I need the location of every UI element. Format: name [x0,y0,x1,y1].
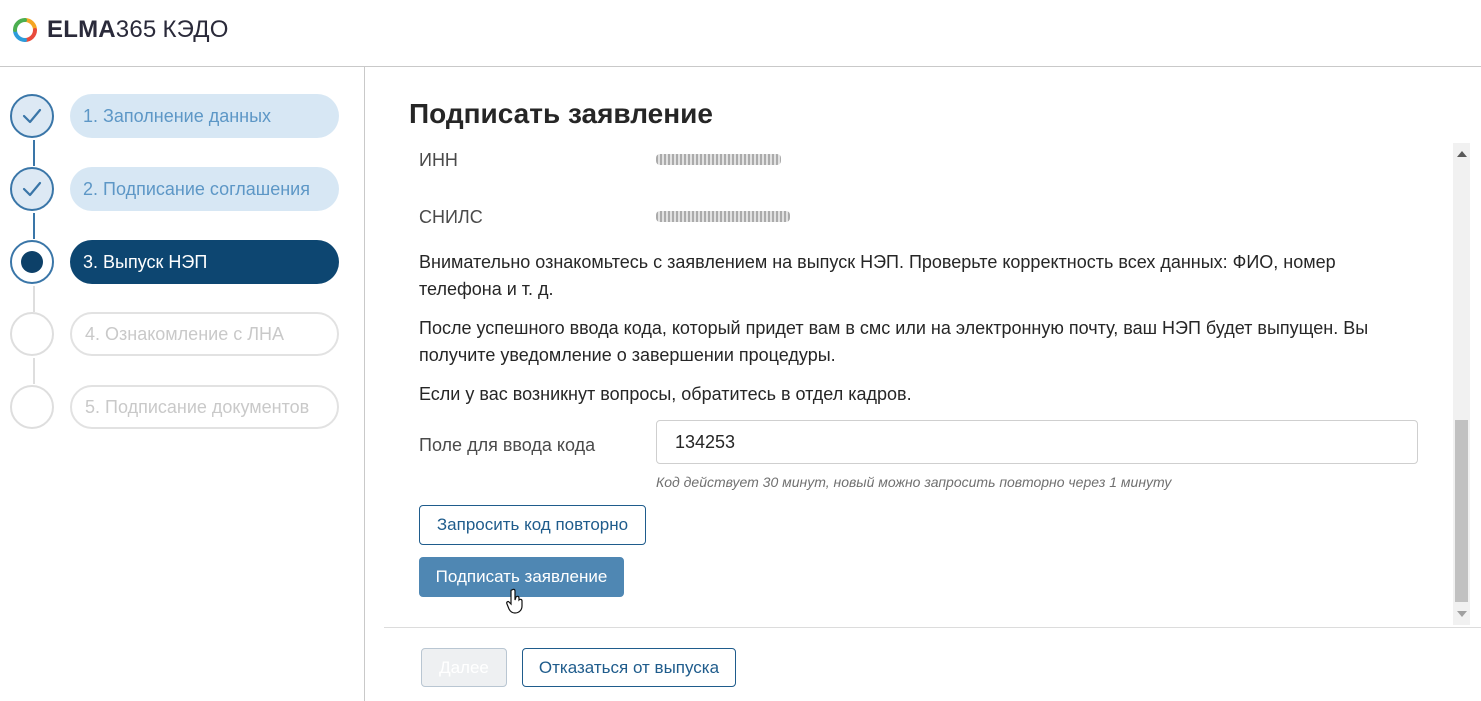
brand-number: 365 [115,16,157,43]
logo-text: ELMA365 КЭДО [47,16,229,44]
main-panel: Подписать заявление ИНН СНИЛС Внимательн… [365,68,1481,701]
inn-label: ИНН [419,150,458,170]
step-label: 1. Заполнение данных [70,94,339,138]
step-filling-data[interactable]: 1. Заполнение данных [10,94,340,142]
instruction-text: Внимательно ознакомьтесь с заявлением на… [419,252,1336,299]
step-lna-review[interactable]: 4. Ознакомление с ЛНА [10,312,340,360]
footer-divider [384,627,1481,628]
step-status-circle [10,385,54,429]
resend-code-button[interactable]: Запросить код повторно [419,505,646,545]
step-connector [33,286,35,312]
snils-masked-value [656,211,790,222]
check-icon [22,181,42,197]
decline-issue-button[interactable]: Отказаться от выпуска [522,648,736,687]
instruction-text: Если у вас возникнут вопросы, обратитесь… [419,384,912,404]
code-field-label: Поле для ввода кода [419,435,596,455]
active-dot-icon [21,251,43,273]
instruction-text: После успешного ввода кода, который прид… [419,318,1369,365]
scroll-down-icon[interactable] [1457,611,1467,617]
step-label: 3. Выпуск НЭП [70,240,339,284]
step-connector [33,140,35,166]
step-status-circle [10,312,54,356]
step-status-circle [10,167,54,211]
code-input[interactable] [656,420,1418,464]
step-status-circle [10,240,54,284]
inn-masked-value [656,154,781,165]
scrollbar[interactable] [1453,143,1470,625]
logo[interactable]: ELMA365 КЭДО [12,16,229,44]
step-signing-documents[interactable]: 5. Подписание документов [10,385,340,433]
step-label: 4. Ознакомление с ЛНА [70,312,339,356]
brand-name: ELMA [47,16,116,43]
check-icon [22,108,42,124]
step-signing-agreement[interactable]: 2. Подписание соглашения [10,167,340,215]
scroll-up-icon[interactable] [1457,151,1467,157]
product-name: КЭДО [162,16,229,43]
step-connector [33,358,35,384]
step-issue-nep[interactable]: 3. Выпуск НЭП [10,240,340,288]
step-label: 2. Подписание соглашения [70,167,339,211]
elma-logo-icon [13,18,37,42]
page-title: Подписать заявление [409,98,713,129]
scrollbar-thumb[interactable] [1455,420,1468,602]
step-status-circle [10,94,54,138]
next-button[interactable]: Далее [421,648,507,687]
steps-sidebar: 1. Заполнение данных 2. Подписание согла… [0,67,365,701]
step-label: 5. Подписание документов [70,385,339,429]
hand-pointer-icon [506,588,523,614]
snils-label: СНИЛС [419,207,483,227]
step-connector [33,213,35,239]
code-hint: Код действует 30 минут, новый можно запр… [656,474,1172,490]
app-header: ELMA365 КЭДО [0,0,1481,67]
